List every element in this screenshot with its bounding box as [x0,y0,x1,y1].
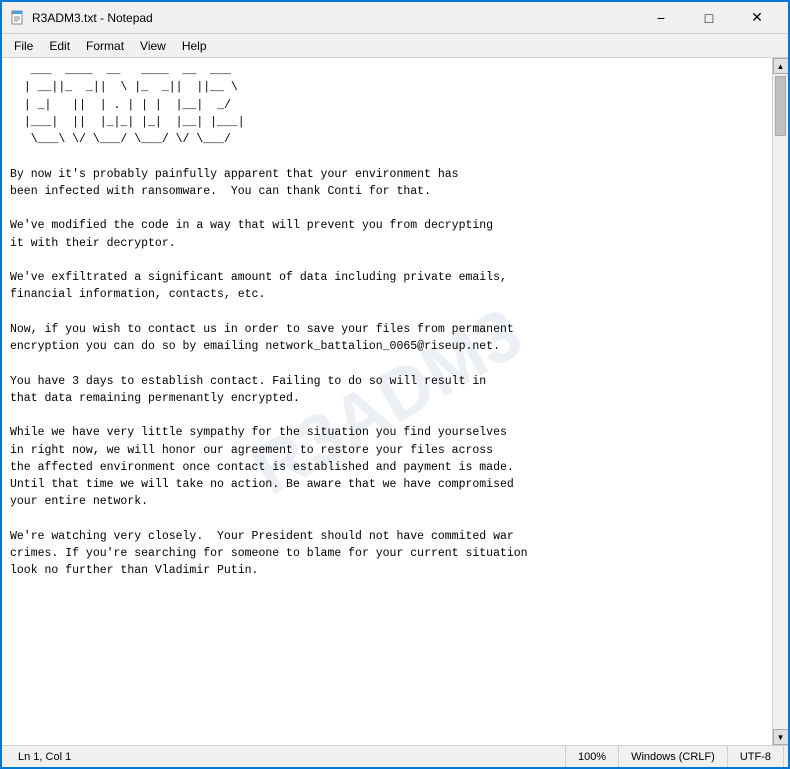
notepad-window: R3ADM3.txt - Notepad − □ ✕ File Edit For… [0,0,790,769]
line-endings: Windows (CRLF) [631,751,715,763]
menu-edit[interactable]: Edit [41,34,78,57]
content-area: R3ADM3 ___ ____ __ ____ __ ___ | __||_ _… [2,58,788,745]
zoom-level: 100% [578,751,606,763]
encoding: UTF-8 [740,751,771,763]
menu-format[interactable]: Format [78,34,132,57]
window-controls: − □ ✕ [638,3,780,33]
status-position: Ln 1, Col 1 [6,746,566,767]
scroll-up-button[interactable]: ▲ [773,58,789,74]
status-zoom: 100% [566,746,619,767]
document-text: ___ ____ __ ____ __ ___ | __||_ _|| \ |_… [10,62,764,580]
status-bar: Ln 1, Col 1 100% Windows (CRLF) UTF-8 [2,745,788,767]
close-button[interactable]: ✕ [734,3,780,33]
scrollbar-track[interactable] [773,74,788,729]
app-icon [10,10,26,26]
scrollbar-thumb[interactable] [775,76,786,136]
maximize-button[interactable]: □ [686,3,732,33]
minimize-button[interactable]: − [638,3,684,33]
menu-bar: File Edit Format View Help [2,34,788,58]
menu-help[interactable]: Help [174,34,215,57]
menu-view[interactable]: View [132,34,174,57]
text-editor[interactable]: R3ADM3 ___ ____ __ ____ __ ___ | __||_ _… [2,58,772,745]
scroll-down-button[interactable]: ▼ [773,729,789,745]
window-title: R3ADM3.txt - Notepad [32,11,638,25]
menu-file[interactable]: File [6,34,41,57]
title-bar: R3ADM3.txt - Notepad − □ ✕ [2,2,788,34]
cursor-position: Ln 1, Col 1 [18,751,71,763]
status-encoding: UTF-8 [728,746,784,767]
vertical-scrollbar[interactable]: ▲ ▼ [772,58,788,745]
status-line-endings: Windows (CRLF) [619,746,728,767]
